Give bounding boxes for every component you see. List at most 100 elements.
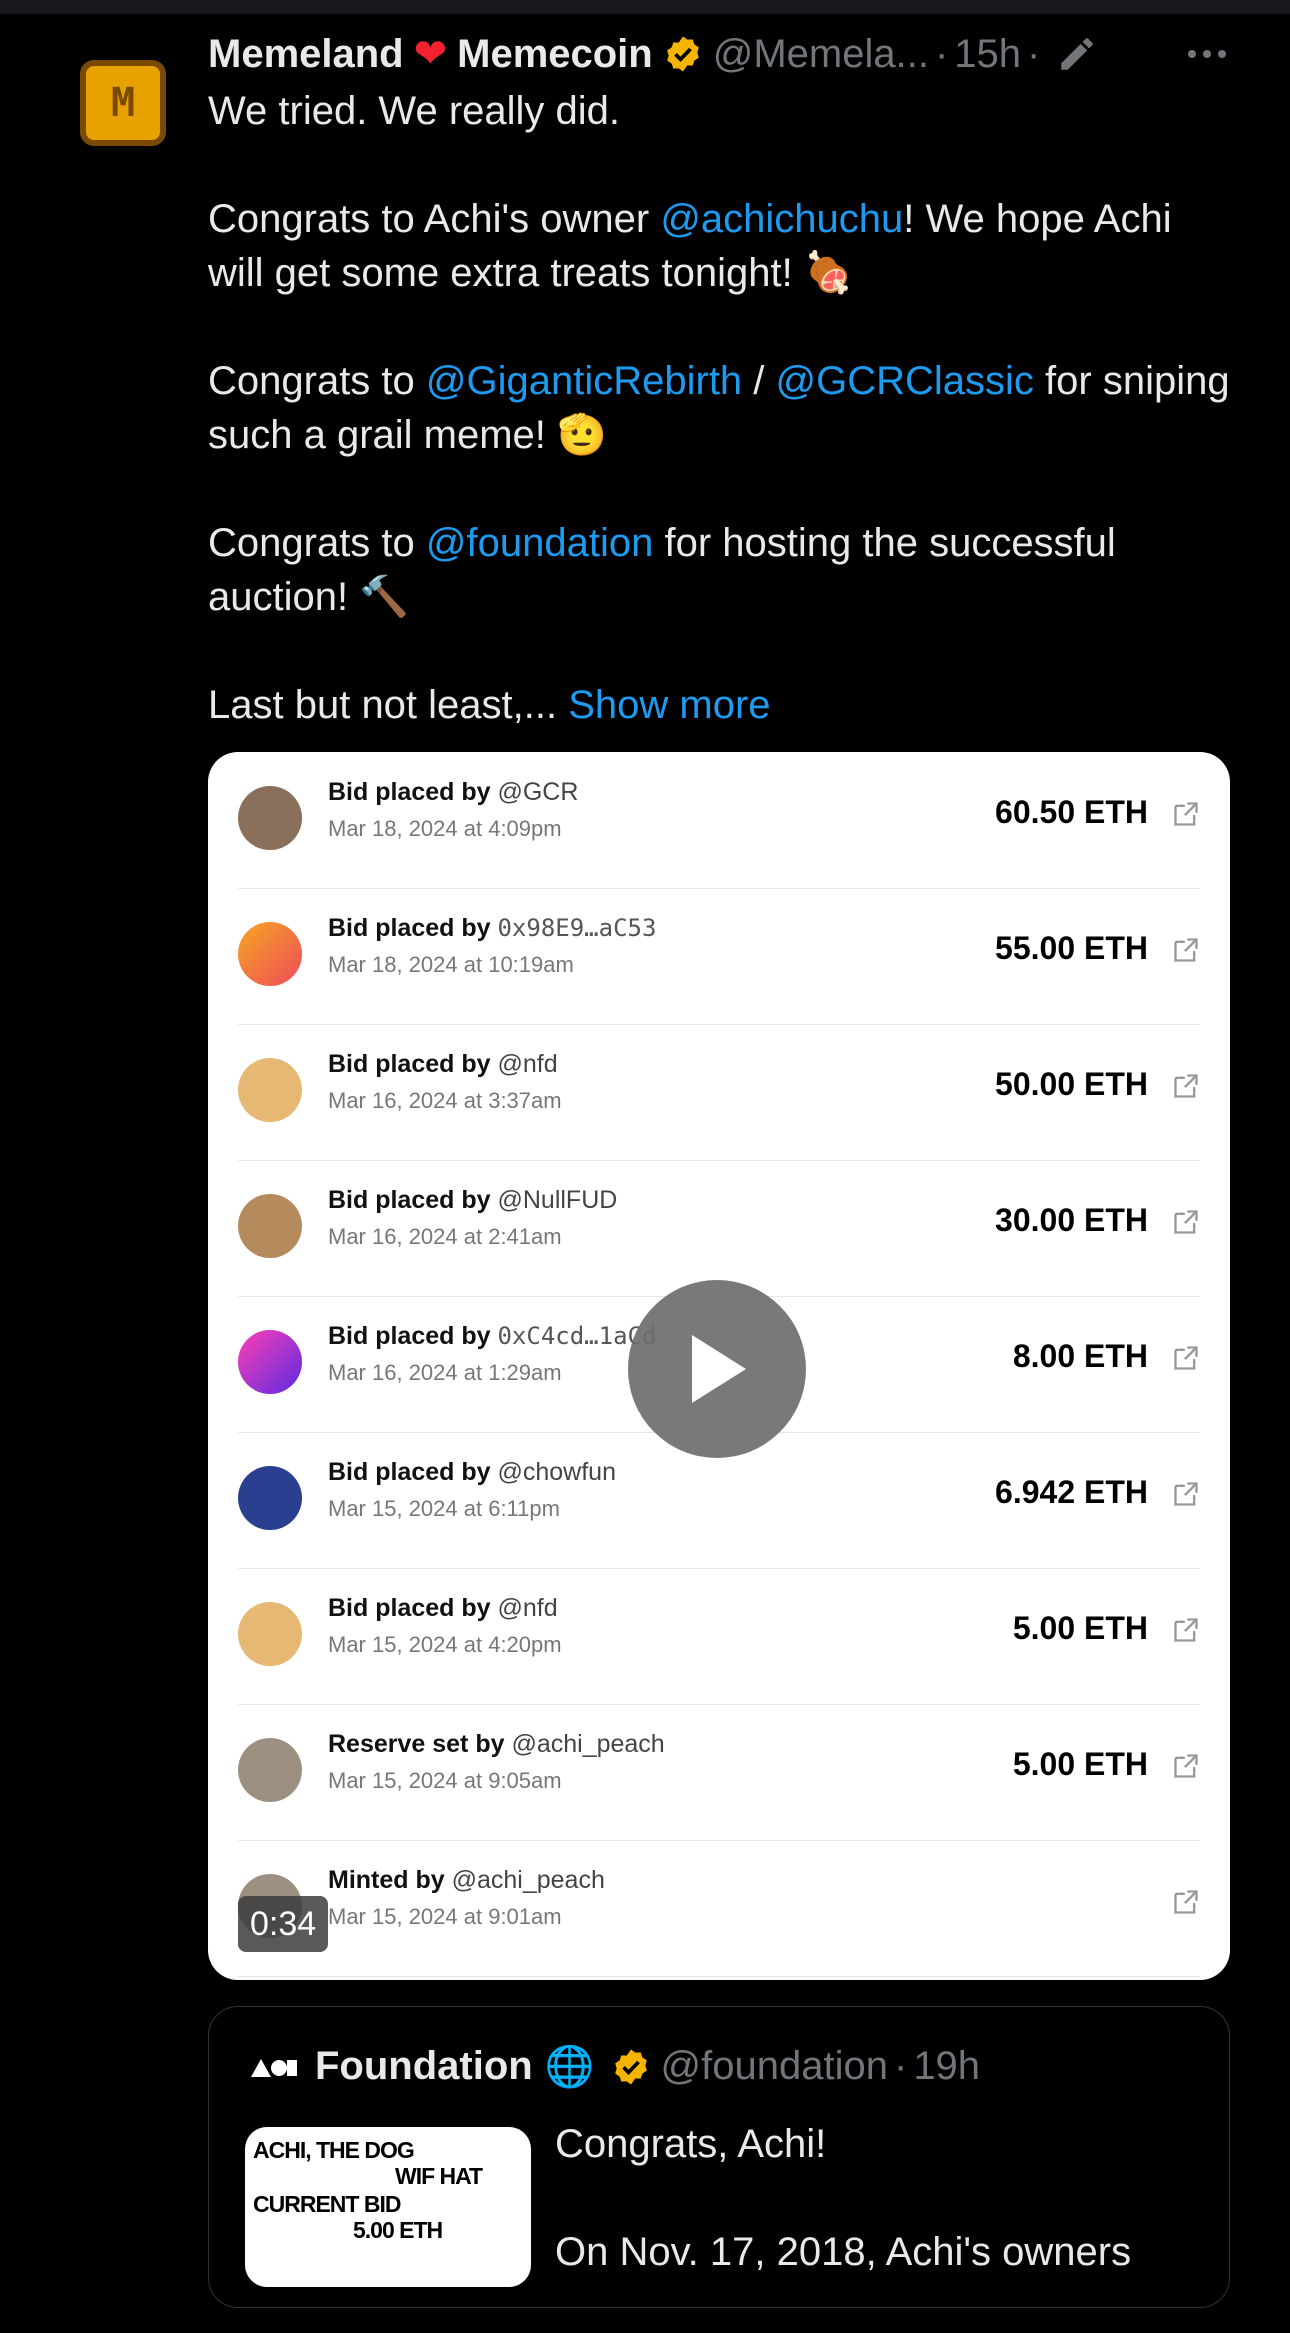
bid-date: Mar 16, 2024 at 3:37am [328,1088,562,1113]
mention-gcrclassic[interactable]: @GCRClassic [776,359,1034,403]
bid-history-row: Bid placed by @GCR Mar 18, 2024 at 4:09pm… [238,752,1200,889]
bid-amount: 30.00 ETH [995,1202,1148,1238]
mention-foundation[interactable]: @foundation [426,521,653,565]
thumb-bid-amount: 5.00 ETH [353,2217,443,2243]
thumb-title: ACHI, THE DOG [253,2137,415,2163]
handle[interactable]: @Memela... [713,32,929,77]
bid-event-label: Minted by @achi_peach [328,1866,605,1895]
external-link-icon [1174,1346,1198,1370]
bidder-name: @NullFUD [497,1186,618,1214]
memecoin-logo-icon: M [80,60,166,146]
bid-amount: 8.00 ETH [1012,1338,1148,1374]
bid-event-label: Bid placed by @GCR [328,778,578,807]
external-link-icon [1174,938,1198,962]
quoted-display-name[interactable]: Foundation [315,2044,533,2089]
bid-amount: 5.00 ETH [1012,1746,1148,1782]
verified-badge-icon[interactable] [611,2047,651,2087]
paragraph-2: Congrats to Achi's owner @achichuchu! We… [208,192,1238,300]
bidder-avatar [238,1058,302,1122]
bidder-name: @GCR [497,778,579,806]
bid-event-label: Reserve set by @achi_peach [328,1730,665,1759]
more-icon[interactable] [1186,28,1228,80]
bid-date: Mar 15, 2024 at 6:11pm [328,1496,560,1521]
bid-date: Mar 15, 2024 at 9:05am [328,1768,562,1793]
edit-pencil-icon [1061,38,1094,70]
external-link-icon [1174,1482,1198,1506]
text: We tried. We really did. [208,89,621,133]
text: Congrats to [208,521,426,565]
bid-history-row: Bid placed by @nfd Mar 16, 2024 at 3:37am… [238,1024,1200,1161]
bid-amount: 60.50 ETH [995,794,1148,830]
bid-event-type: Bid placed by [328,1050,498,1078]
bid-event-label: Bid placed by 0xC4cd…1aCd [328,1322,656,1351]
display-name-part-2[interactable]: Memecoin [457,32,653,77]
separator-dot: · [1027,31,1041,76]
bid-date: Mar 18, 2024 at 4:09pm [328,816,562,841]
bid-event-label: Bid placed by @nfd [328,1050,558,1079]
quoted-post[interactable]: Foundation 🌐 @foundation · 19h ACHI, THE… [208,2006,1230,2308]
bidder-avatar [238,1738,302,1802]
bid-date: Mar 16, 2024 at 2:41am [328,1224,562,1249]
external-link-icon [1174,1618,1198,1642]
bid-event-type: Bid placed by [328,1186,498,1214]
text: Last but not least,... [208,683,569,727]
verified-badge-icon[interactable] [663,34,703,74]
mention-giganticrebirth[interactable]: @GiganticRebirth [426,359,742,403]
top-bar [0,0,1290,14]
bid-event-label: Bid placed by @nfd [328,1594,558,1623]
bidder-name: @achi_peach [451,1866,605,1894]
timestamp[interactable]: 15h [954,32,1021,77]
show-more-link[interactable]: Show more [568,683,770,727]
bid-event-type: Reserve set by [328,1730,512,1758]
video-duration: 0:34 [238,1896,329,1952]
bid-event-type: Minted by [328,1866,452,1894]
play-icon [692,1335,746,1403]
bid-history-row: Reserve set by @achi_peach Mar 15, 2024 a… [238,1704,1200,1841]
quoted-handle[interactable]: @foundation [661,2044,888,2089]
bid-event-type: Bid placed by [328,1322,498,1350]
text: Congrats to Achi's owner [208,197,661,241]
bid-date: Mar 15, 2024 at 4:20pm [328,1632,562,1657]
separator-dot: · [893,2044,908,2088]
bid-event-type: Bid placed by [328,914,498,942]
thumb-bid-label: CURRENT BID [253,2191,401,2217]
bid-amount: 6.942 ETH [995,1474,1148,1510]
globe-icon: 🌐 [544,2045,595,2089]
bid-date: Mar 15, 2024 at 9:01am [328,1904,562,1929]
bidder-avatar [238,922,302,986]
thumb-subtitle: WIF HAT [395,2163,483,2189]
bid-date: Mar 18, 2024 at 10:19am [328,952,574,977]
mention-achichuchu[interactable]: @achichuchu [660,197,903,241]
bid-event-type: Bid placed by [328,1458,498,1486]
heart-icon: ❤ [413,32,448,76]
bidder-name: @achi_peach [511,1730,665,1758]
bid-event-label: Bid placed by @chowfun [328,1458,616,1487]
quoted-line-2: On Nov. 17, 2018, Achi's owners [555,2230,1132,2274]
bid-event-type: Bid placed by [328,778,498,806]
bidder-avatar [238,1602,302,1666]
bidder-avatar [238,786,302,850]
bidder-name: @nfd [497,1594,558,1622]
quoted-thumbnail[interactable]: ACHI, THE DOG WIF HAT CURRENT BID 5.00 E… [245,2127,531,2287]
external-link-icon [1174,1754,1198,1778]
bidder-avatar [238,1330,302,1394]
paragraph-3: Congrats to @GiganticRebirth / @GCRClass… [208,354,1238,462]
bid-history-row: Bid placed by 0x98E9…aC53 Mar 18, 2024 at… [238,888,1200,1025]
external-link-icon [1174,1074,1198,1098]
bid-amount: 5.00 ETH [1012,1610,1148,1646]
paragraph-1: We tried. We really did. [208,84,1238,138]
play-button[interactable] [628,1280,806,1458]
quoted-post-header: Foundation 🌐 @foundation · 19h [249,2043,980,2090]
bid-history-row: Bid placed by @NullFUD Mar 16, 2024 at 2:… [238,1160,1200,1297]
bidder-avatar [238,1194,302,1258]
quoted-line-1: Congrats, Achi! [555,2122,827,2166]
bid-amount: 55.00 ETH [995,930,1148,966]
foundation-logo-icon [249,2055,299,2079]
bid-history-row: Bid placed by @nfd Mar 15, 2024 at 4:20pm… [238,1568,1200,1705]
display-name-part-1[interactable]: Memeland [208,32,404,77]
separator-dot: · [934,31,949,76]
text: Congrats to [208,359,426,403]
quoted-timestamp[interactable]: 19h [913,2044,980,2089]
post-header: Memeland ❤ Memecoin @Memela... · 15h · [208,28,1228,80]
avatar[interactable]: M [70,50,176,156]
